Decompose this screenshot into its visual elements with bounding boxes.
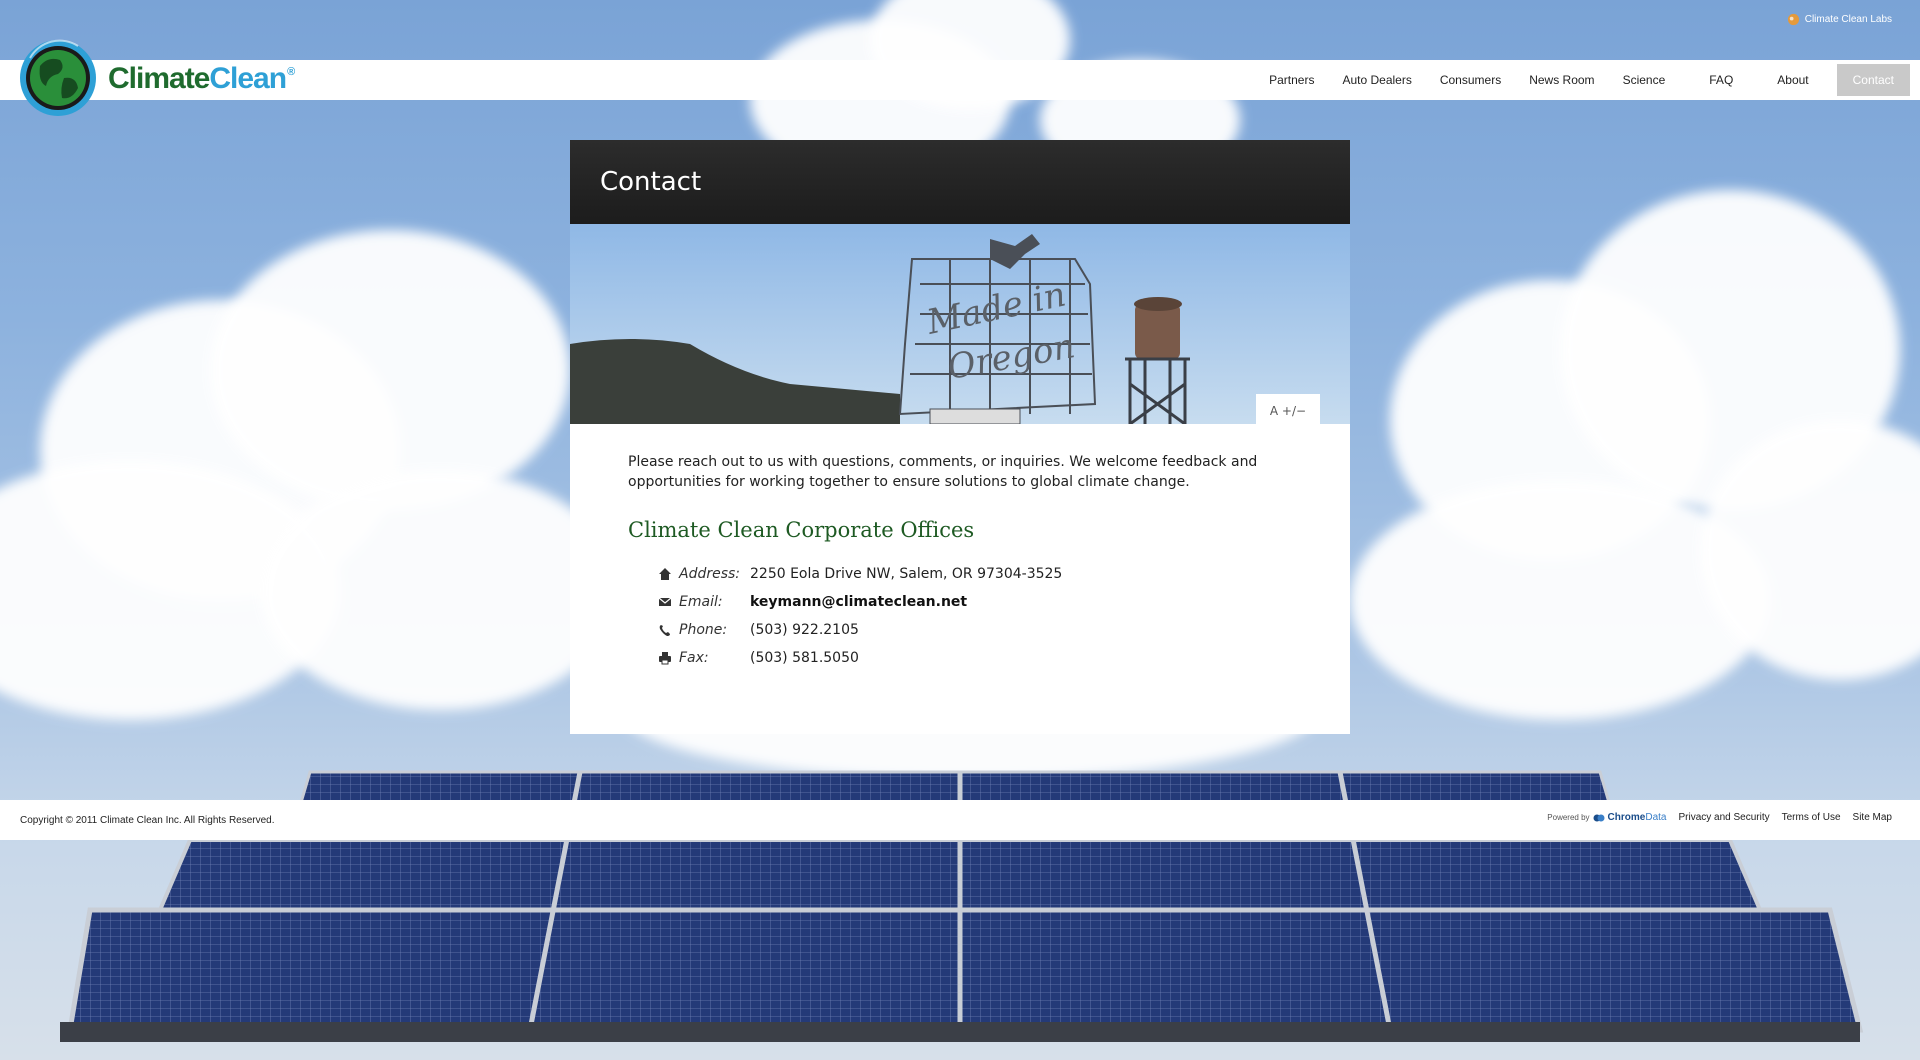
nav-item-contact[interactable]: Contact [1836, 64, 1910, 96]
terms-of-use-link[interactable]: Terms of Use [1782, 812, 1841, 823]
nav-item-consumers[interactable]: Consumers [1426, 64, 1515, 96]
contact-fax-row: Fax: (503) 581.5050 [658, 644, 1292, 672]
font-size-toggle[interactable]: A +/− [1256, 394, 1320, 424]
fax-value: (503) 581.5050 [750, 650, 859, 666]
home-icon [659, 568, 671, 580]
page-title: Contact [570, 140, 1350, 224]
nav-item-partners[interactable]: Partners [1255, 64, 1328, 96]
cloud [210, 230, 570, 510]
nav-item-auto-dealers[interactable]: Auto Dealers [1328, 64, 1425, 96]
panel-body: Please reach out to us with questions, c… [570, 424, 1350, 672]
phone-value: (503) 922.2105 [750, 622, 859, 638]
contact-phone-row: Phone: (503) 922.2105 [658, 616, 1292, 644]
brand-name-climate: Climate [108, 62, 210, 95]
chrome-data-brand: ChromeData [1608, 812, 1667, 823]
phone-label: Phone: [679, 622, 728, 638]
footer-links: Powered by ChromeData Privacy and Securi… [1547, 812, 1892, 823]
envelope-icon [658, 597, 672, 606]
globe-logo-icon [20, 39, 96, 116]
fax-label: Fax: [679, 650, 709, 666]
labs-icon [1787, 13, 1799, 26]
email-link[interactable]: keymann@climateclean.net [750, 594, 967, 610]
chrome-data-brand-data: Data [1645, 812, 1667, 823]
privacy-security-link[interactable]: Privacy and Security [1678, 812, 1769, 823]
site-map-link[interactable]: Site Map [1853, 812, 1892, 823]
contact-email-row: Email: keymann@climateclean.net [658, 588, 1292, 616]
main-nav: Partners Auto Dealers Consumers News Roo… [1255, 60, 1910, 100]
offices-heading: Climate Clean Corporate Offices [628, 518, 975, 542]
chrome-data-logo-icon [1593, 814, 1605, 821]
brand-name-clean: Clean [209, 62, 287, 95]
banner-image: Made in Oregon A +/− [570, 224, 1350, 424]
nav-item-faq[interactable]: FAQ [1695, 64, 1763, 96]
copyright-text: Copyright © 2011 Climate Clean Inc. All … [20, 815, 275, 826]
powered-by-label: Powered by [1547, 813, 1590, 822]
chrome-data-brand-chrome: Chrome [1607, 812, 1646, 823]
brand-name: ClimateClean® [108, 62, 295, 96]
nav-item-science[interactable]: Science [1609, 64, 1696, 96]
powered-by-chrome-data[interactable]: Powered by ChromeData [1547, 812, 1666, 823]
contact-details: Address: 2250 Eola Drive NW, Salem, OR 9… [628, 560, 1292, 672]
made-in-oregon-sign-image: Made in Oregon [570, 224, 1350, 424]
phone-icon [659, 625, 670, 636]
email-label: Email: [679, 594, 723, 610]
contact-address-row: Address: 2250 Eola Drive NW, Salem, OR 9… [658, 560, 1292, 588]
cloud [260, 470, 620, 710]
registered-mark: ® [287, 66, 295, 78]
address-label: Address: [679, 566, 741, 582]
climate-clean-labs-link[interactable]: Climate Clean Labs [1787, 13, 1892, 26]
footer-bar: Copyright © 2011 Climate Clean Inc. All … [0, 800, 1920, 840]
contact-panel: Contact Made in Oregon A +/− Please reac… [570, 140, 1350, 734]
labs-link-label: Climate Clean Labs [1804, 14, 1892, 25]
climate-clean-logo[interactable]: ClimateClean® [18, 38, 318, 120]
address-value: 2250 Eola Drive NW, Salem, OR 97304-3525 [750, 566, 1063, 582]
intro-text: Please reach out to us with questions, c… [628, 454, 1258, 490]
fax-icon [659, 652, 671, 665]
nav-item-news-room[interactable]: News Room [1515, 64, 1608, 96]
nav-item-about[interactable]: About [1763, 64, 1822, 96]
